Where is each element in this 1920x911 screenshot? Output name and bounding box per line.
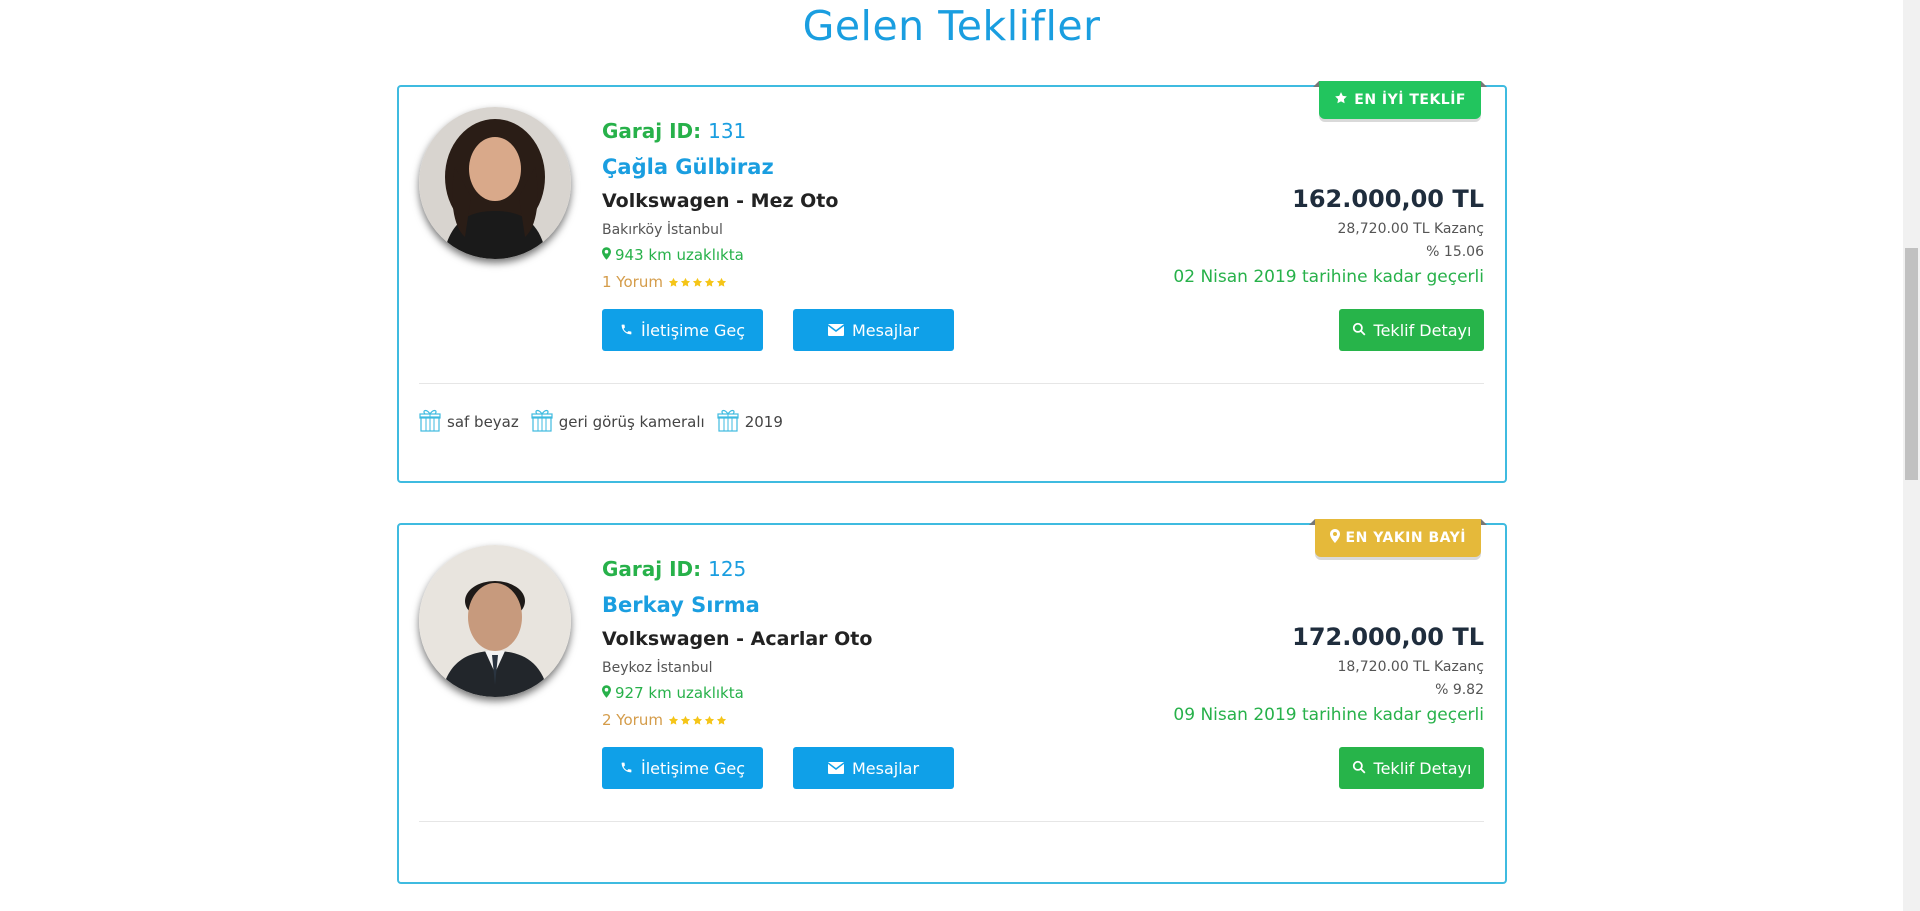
divider xyxy=(419,383,1484,384)
garage-info: Garaj ID: 125 Berkay Sırma Volkswagen - … xyxy=(602,557,1162,729)
reviews-count: 1 Yorum xyxy=(602,273,663,291)
star-icon xyxy=(704,277,715,287)
distance-text: 943 km uzaklıkta xyxy=(615,246,744,264)
feature-label: geri görüş kameralı xyxy=(558,413,705,431)
contact-button-label: İletişime Geç xyxy=(640,320,746,340)
messages-button-label: Mesajlar xyxy=(851,320,920,340)
star-icon xyxy=(668,715,679,725)
search-icon xyxy=(1352,759,1366,778)
star-rating xyxy=(668,715,727,726)
scrollbar-thumb[interactable] xyxy=(1905,248,1918,480)
dealer-name: Volkswagen - Acarlar Oto xyxy=(602,628,873,650)
phone-icon xyxy=(620,759,633,778)
star-icon xyxy=(692,277,703,287)
gift-icon xyxy=(717,407,739,437)
person-name[interactable]: Berkay Sırma xyxy=(602,593,1162,617)
garage-info: Garaj ID: 131 Çağla Gülbiraz Volkswagen … xyxy=(602,119,1162,291)
garage-id: Garaj ID: 131 xyxy=(602,119,1162,143)
contact-button[interactable]: İletişime Geç xyxy=(602,747,763,789)
garage-id-value: 131 xyxy=(708,119,747,143)
offer-validity: 09 Nisan 2019 tarihine kadar geçerli xyxy=(1173,705,1484,725)
search-icon xyxy=(1352,321,1366,340)
feature-item: geri görüş kameralı xyxy=(531,407,705,437)
star-icon xyxy=(680,277,691,287)
offer-price: 172.000,00 TL xyxy=(1292,623,1484,651)
star-rating xyxy=(668,277,727,288)
feature-label: 2019 xyxy=(744,413,783,431)
contact-button[interactable]: İletişime Geç xyxy=(602,309,763,351)
garage-id-label: Garaj ID: xyxy=(602,557,702,581)
feature-list: saf beyaz geri görüş kameralı 2019 xyxy=(419,407,783,437)
star-icon xyxy=(716,277,727,287)
offer-detail-label: Teklif Detayı xyxy=(1373,320,1472,340)
envelope-icon xyxy=(827,321,845,340)
avatar xyxy=(419,545,571,697)
offer-card: EN YAKIN BAYİ Garaj ID: 125 Berkay Sırma… xyxy=(397,519,1507,884)
feature-item: saf beyaz xyxy=(419,407,519,437)
page-title: Gelen Teklifler xyxy=(802,2,1101,50)
garage-id: Garaj ID: 125 xyxy=(602,557,1162,581)
distance: 943 km uzaklıkta xyxy=(602,246,1162,264)
divider xyxy=(419,821,1484,822)
offer-detail-label: Teklif Detayı xyxy=(1373,758,1472,778)
star-icon xyxy=(704,715,715,725)
offer-price: 162.000,00 TL xyxy=(1292,185,1484,213)
gift-icon xyxy=(531,407,553,437)
nearest-dealer-badge: EN YAKIN BAYİ xyxy=(1308,519,1488,557)
dealer-name: Volkswagen - Mez Oto xyxy=(602,190,839,212)
action-buttons: İletişime Geç Mesajlar xyxy=(602,309,954,351)
reviews[interactable]: 1 Yorum xyxy=(602,273,1162,291)
offer-gain: 18,720.00 TL Kazanç xyxy=(1337,659,1484,675)
feature-label: saf beyaz xyxy=(447,413,519,431)
price-block: 172.000,00 TL 18,720.00 TL Kazanç % 9.82… xyxy=(1173,623,1484,725)
distance: 927 km uzaklıkta xyxy=(602,684,1162,702)
star-icon xyxy=(668,277,679,287)
price-block: 162.000,00 TL 28,720.00 TL Kazanç % 15.0… xyxy=(1173,185,1484,287)
vertical-scrollbar[interactable] xyxy=(1903,0,1920,911)
best-offer-badge: EN İYİ TEKLİF xyxy=(1313,81,1487,119)
offer-validity: 02 Nisan 2019 tarihine kadar geçerli xyxy=(1173,267,1484,287)
envelope-icon xyxy=(827,759,845,778)
offer-percent: % 15.06 xyxy=(1426,244,1484,260)
distance-text: 927 km uzaklıkta xyxy=(615,684,744,702)
messages-button[interactable]: Mesajlar xyxy=(793,747,954,789)
map-marker-icon xyxy=(1329,529,1340,547)
badge-label: EN İYİ TEKLİF xyxy=(1354,92,1466,108)
phone-icon xyxy=(620,321,633,340)
reviews[interactable]: 2 Yorum xyxy=(602,711,1162,729)
avatar xyxy=(419,107,571,259)
person-name[interactable]: Çağla Gülbiraz xyxy=(602,155,1162,179)
contact-button-label: İletişime Geç xyxy=(640,758,746,778)
star-icon xyxy=(716,715,727,725)
feature-item: 2019 xyxy=(717,407,783,437)
badge-label: EN YAKIN BAYİ xyxy=(1345,530,1466,546)
gift-icon xyxy=(419,407,441,437)
map-marker-icon xyxy=(602,684,611,702)
star-icon xyxy=(692,715,703,725)
offer-card: EN İYİ TEKLİF Garaj ID: 131 Çağla Gülbir… xyxy=(397,81,1507,483)
action-buttons: İletişime Geç Mesajlar xyxy=(602,747,954,789)
location: Beykoz İstanbul xyxy=(602,660,713,676)
offer-gain: 28,720.00 TL Kazanç xyxy=(1337,221,1484,237)
offers-page: Gelen Teklifler EN İYİ TEKLİF Garaj ID: … xyxy=(0,0,1920,911)
offer-detail-button[interactable]: Teklif Detayı xyxy=(1339,747,1484,789)
garage-id-value: 125 xyxy=(708,557,747,581)
messages-button-label: Mesajlar xyxy=(851,758,920,778)
messages-button[interactable]: Mesajlar xyxy=(793,309,954,351)
map-marker-icon xyxy=(602,246,611,264)
star-icon xyxy=(680,715,691,725)
reviews-count: 2 Yorum xyxy=(602,711,663,729)
star-icon xyxy=(1334,91,1348,109)
offer-percent: % 9.82 xyxy=(1435,682,1484,698)
offer-detail-button[interactable]: Teklif Detayı xyxy=(1339,309,1484,351)
garage-id-label: Garaj ID: xyxy=(602,119,702,143)
location: Bakırköy İstanbul xyxy=(602,222,723,238)
